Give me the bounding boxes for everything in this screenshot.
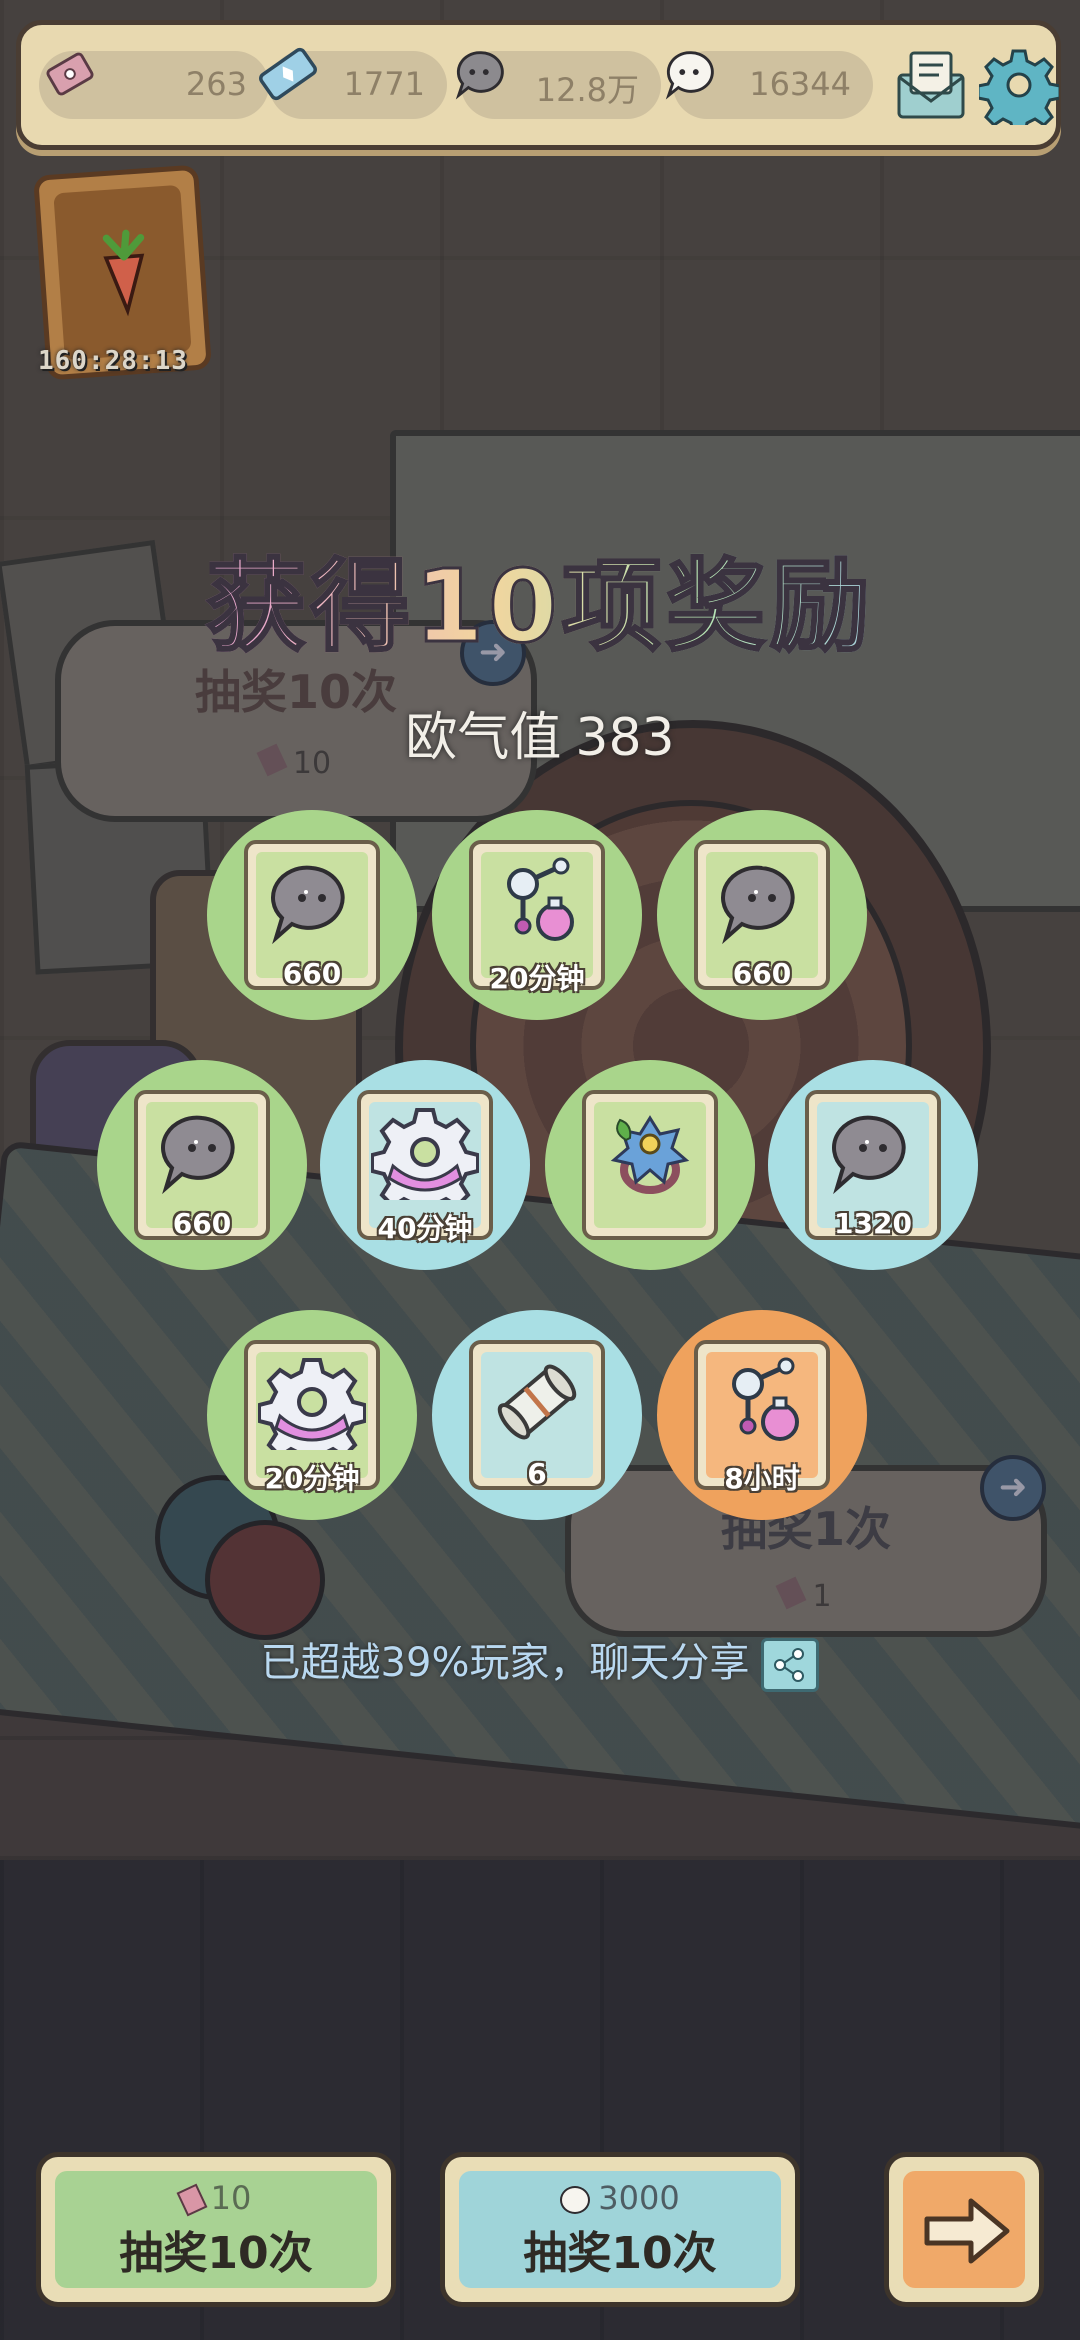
carrot-icon [102, 229, 145, 317]
reward-quantity: 1320 [834, 1207, 912, 1240]
white-bubble-icon [560, 2186, 591, 2214]
event-timer: 160:28:13 [38, 346, 188, 376]
arrow-right-icon [924, 2198, 1010, 2264]
gray-bubble-icon [721, 865, 795, 945]
reward-item[interactable]: 6 [432, 1310, 642, 1520]
scroll-icon [497, 1364, 577, 1440]
reward-quantity: 660 [282, 957, 342, 990]
reward-item[interactable]: 660 [207, 810, 417, 1020]
draw-ten-bubble-cost: 3000 [445, 2179, 795, 2217]
share-icon[interactable] [761, 1638, 820, 1692]
draw-ten-bubble-button[interactable]: 3000 抽奖10次 [440, 2152, 800, 2307]
reward-item[interactable]: 20分钟 [207, 1310, 417, 1520]
gray-bubble-icon [271, 865, 345, 945]
potion-flask-icon [732, 1357, 799, 1441]
luck-value: 欧气值 383 [0, 695, 1080, 770]
reward-quantity: 660 [732, 957, 792, 990]
reward-item[interactable]: 20分钟 [432, 810, 642, 1020]
result-title: 获得10项奖励 [0, 525, 1080, 670]
reward-item[interactable]: 1320 [768, 1060, 978, 1270]
draw-ten-ticket-cost: 10 [41, 2179, 391, 2217]
share-text: 已超越39%玩家，聊天分享 [260, 1640, 750, 1686]
reward-item[interactable] [545, 1060, 755, 1270]
draw-ten-ticket-button[interactable]: 10 抽奖10次 [36, 2152, 396, 2307]
white-bubble-icon [665, 51, 714, 100]
share-line[interactable]: 已超越39%玩家，聊天分享 [0, 1630, 1080, 1692]
gear-icon [258, 1358, 366, 1450]
ticket-icon [176, 2183, 208, 2217]
reward-quantity: 6 [527, 1457, 547, 1490]
reward-item[interactable]: 660 [657, 810, 867, 1020]
luck-label: 欧气值 [405, 708, 562, 768]
gray-bubble-count: 12.8万 [535, 71, 639, 109]
crystal-icon [259, 47, 317, 101]
flower-ring-icon [610, 1115, 690, 1194]
reward-quantity: 20分钟 [264, 1462, 360, 1495]
gear-icon[interactable] [979, 45, 1059, 125]
reward-item[interactable]: 660 [97, 1060, 307, 1270]
gray-bubble-icon [832, 1115, 906, 1195]
gray-bubble-icon [455, 51, 504, 100]
mail-icon[interactable] [891, 45, 971, 125]
reward-item[interactable]: 40分钟 [320, 1060, 530, 1270]
reward-card [582, 1090, 718, 1240]
ticket-count: 263 [185, 65, 247, 103]
reward-quantity: 20分钟 [489, 962, 585, 995]
potion-flask-icon [507, 857, 574, 941]
next-button[interactable] [884, 2152, 1044, 2307]
draw-ten-bubble-label: 抽奖10次 [523, 2228, 717, 2279]
crystal-count: 1771 [343, 65, 425, 103]
reward-quantity: 660 [172, 1207, 232, 1240]
gray-bubble-icon [161, 1115, 235, 1195]
currency-bar: 263 1771 12.8万 16344 [16, 20, 1061, 150]
luck-number: 383 [575, 708, 675, 768]
draw-ten-ticket-label: 抽奖10次 [119, 2228, 313, 2279]
reward-quantity: 8小时 [724, 1462, 800, 1495]
white-bubble-count: 16344 [749, 65, 851, 103]
gear-icon [371, 1108, 479, 1200]
reward-quantity: 40分钟 [377, 1212, 473, 1245]
reward-item[interactable]: 8小时 [657, 1310, 867, 1520]
ticket-icon [46, 52, 94, 96]
